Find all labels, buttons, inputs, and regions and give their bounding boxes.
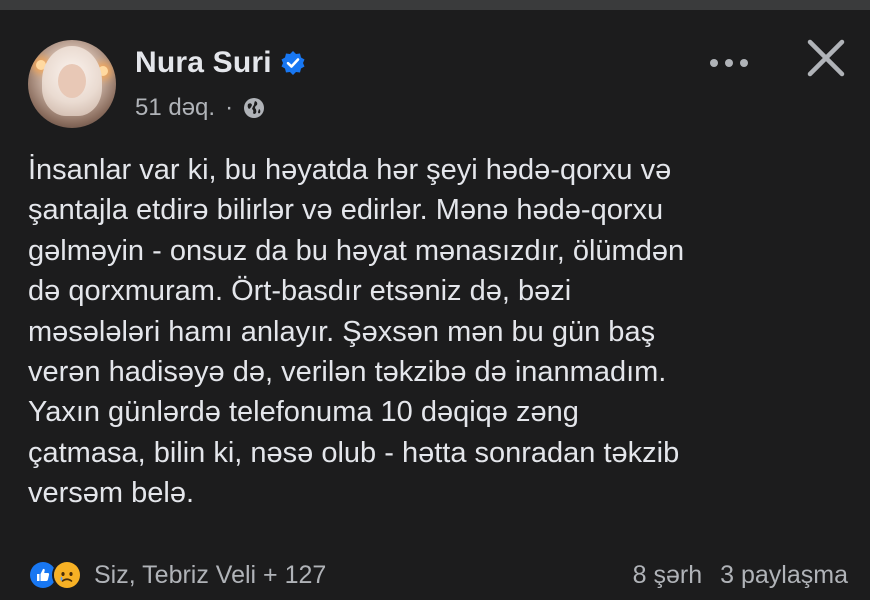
globe-icon[interactable] xyxy=(243,97,265,119)
post-card: Nura Suri 51 dəq. · İnsanlar var ki, bu … xyxy=(0,10,870,600)
post-footer: Siz, Tebriz Veli + 127 8 şərh 3 paylaşma xyxy=(28,560,848,590)
close-icon[interactable] xyxy=(802,34,850,82)
dot xyxy=(725,59,733,67)
top-bar xyxy=(0,0,870,10)
engagement-counts: 8 şərh 3 paylaşma xyxy=(633,561,848,590)
reactions-summary[interactable]: Siz, Tebriz Veli + 127 xyxy=(28,560,326,590)
dot xyxy=(710,59,718,67)
more-dots-icon[interactable] xyxy=(703,50,755,76)
post-meta: 51 dəq. · xyxy=(135,94,265,122)
meta-separator: · xyxy=(225,94,234,121)
sad-icon xyxy=(52,560,82,590)
reaction-icons xyxy=(28,560,82,590)
avatar-face xyxy=(58,64,86,98)
dot xyxy=(740,59,748,67)
comments-count[interactable]: 8 şərh xyxy=(633,561,702,590)
shares-count[interactable]: 3 paylaşma xyxy=(720,561,848,590)
author-name[interactable]: Nura Suri xyxy=(135,46,272,80)
avatar[interactable] xyxy=(28,40,116,128)
verified-badge-icon xyxy=(280,50,306,76)
post-time[interactable]: 51 dəq. xyxy=(135,94,215,122)
post-text: İnsanlar var ki, bu həyatda hər şeyi həd… xyxy=(28,154,685,510)
author-row: Nura Suri xyxy=(135,46,306,80)
reactions-label: Siz, Tebriz Veli + 127 xyxy=(94,560,327,589)
